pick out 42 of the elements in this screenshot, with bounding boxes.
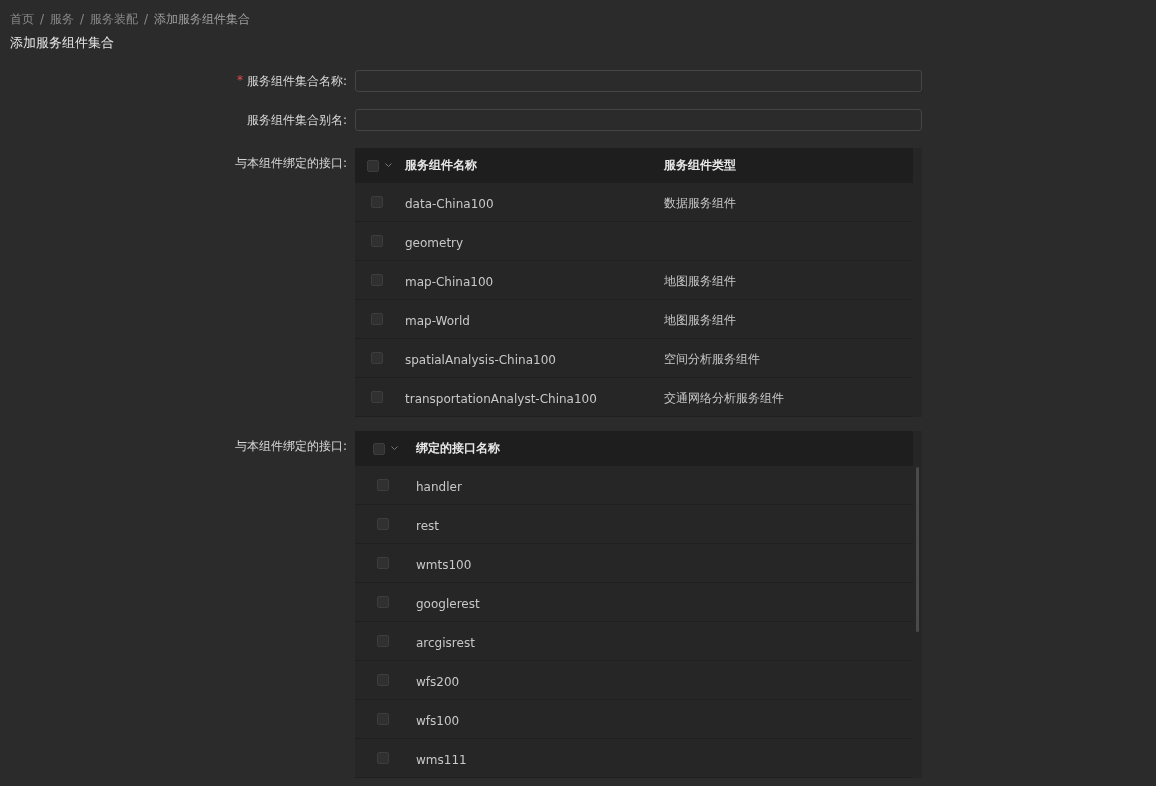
field-label: 与本组件绑定的接口: bbox=[234, 438, 347, 455]
column-header: 服务组件名称 bbox=[405, 158, 477, 172]
table-cell: 数据服务组件 bbox=[664, 196, 736, 210]
breadcrumb-separator: / bbox=[144, 12, 149, 26]
table-cell: 地图服务组件 bbox=[664, 274, 736, 288]
table-cell: map-China100 bbox=[405, 274, 494, 289]
input-field[interactable] bbox=[355, 70, 922, 92]
select-all-checkbox[interactable] bbox=[367, 159, 379, 172]
caret-icon[interactable] bbox=[391, 446, 398, 451]
table-cell: rest bbox=[416, 518, 439, 533]
table-cell: geometry bbox=[405, 235, 464, 250]
table-cell: 交通网络分析服务组件 bbox=[664, 391, 784, 405]
table-cell: transportationAnalyst-China100 bbox=[405, 391, 597, 406]
table-cell: map-World bbox=[405, 313, 470, 328]
table-cell: wfs100 bbox=[416, 713, 460, 728]
scrollbar-thumb[interactable] bbox=[916, 467, 919, 632]
table-cell: wmts100 bbox=[416, 557, 472, 572]
breadcrumb-link[interactable]: 首页 bbox=[10, 10, 34, 28]
required-mark: * bbox=[236, 72, 243, 89]
breadcrumb-link[interactable]: 服务装配 bbox=[90, 10, 139, 28]
field-label: 服务组件集合名称: bbox=[246, 72, 347, 90]
breadcrumb-separator: / bbox=[40, 12, 45, 26]
page-title: 添加服务组件集合 bbox=[10, 34, 115, 52]
input-field[interactable] bbox=[355, 109, 922, 131]
table-cell: arcgisrest bbox=[416, 635, 475, 650]
table-cell: 地图服务组件 bbox=[664, 313, 736, 327]
table-cell: wfs200 bbox=[416, 674, 460, 689]
column-header: 绑定的接口名称 bbox=[416, 441, 500, 455]
caret-icon[interactable] bbox=[385, 163, 392, 168]
table-cell: handler bbox=[416, 479, 462, 494]
breadcrumb-separator: / bbox=[80, 12, 85, 26]
table-cell: wms111 bbox=[416, 752, 467, 767]
breadcrumb-current: 添加服务组件集合 bbox=[154, 10, 251, 28]
table-cell: spatialAnalysis-China100 bbox=[405, 352, 556, 367]
column-header: 服务组件类型 bbox=[664, 158, 736, 172]
breadcrumb-link[interactable]: 服务 bbox=[50, 10, 75, 28]
select-all-checkbox[interactable] bbox=[373, 442, 385, 455]
table-cell: googlerest bbox=[416, 596, 480, 611]
table-cell: 空间分析服务组件 bbox=[664, 352, 760, 366]
field-label: 与本组件绑定的接口: bbox=[234, 155, 347, 172]
field-label: 服务组件集合别名: bbox=[246, 111, 347, 129]
table-cell: data-China100 bbox=[405, 196, 494, 211]
